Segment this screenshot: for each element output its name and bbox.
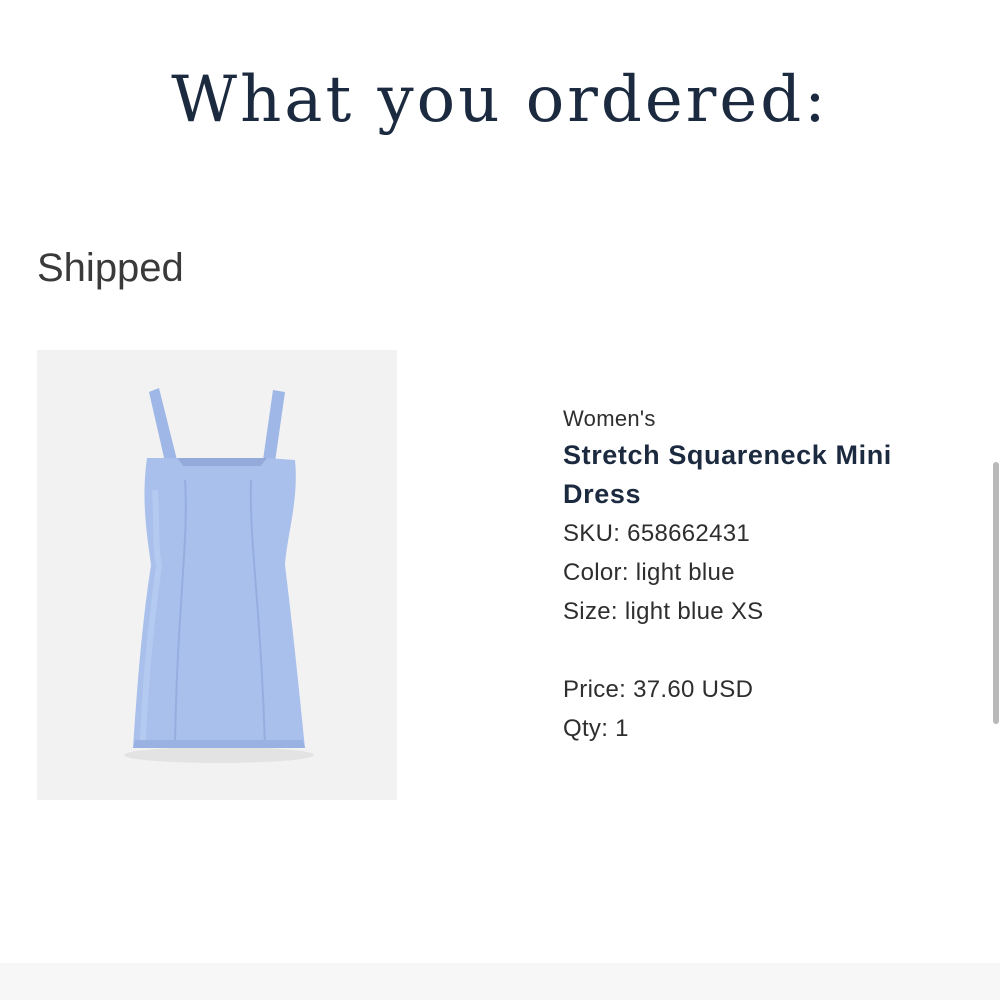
product-price: Price: 37.60 USD bbox=[563, 676, 754, 703]
dress-icon bbox=[37, 350, 397, 800]
shipment-status: Shipped bbox=[37, 246, 184, 290]
product-quantity: Qty: 1 bbox=[563, 715, 629, 742]
footer-bar bbox=[0, 963, 1000, 1000]
page-title: What you ordered: bbox=[171, 63, 829, 137]
product-name[interactable]: Stretch Squareneck Mini Dress bbox=[563, 436, 963, 514]
product-category: Women's bbox=[563, 406, 656, 431]
product-size: Size: light blue XS bbox=[563, 598, 764, 625]
order-summary-page: What you ordered: Shipped Women's Stretc… bbox=[0, 0, 1000, 1000]
product-details: Women's Stretch Squareneck Mini Dress SK… bbox=[563, 402, 963, 748]
product-image[interactable] bbox=[37, 350, 397, 800]
details-spacer bbox=[563, 631, 963, 670]
vertical-scrollbar[interactable] bbox=[993, 462, 999, 724]
product-color: Color: light blue bbox=[563, 559, 735, 586]
product-sku: SKU: 658662431 bbox=[563, 520, 751, 547]
